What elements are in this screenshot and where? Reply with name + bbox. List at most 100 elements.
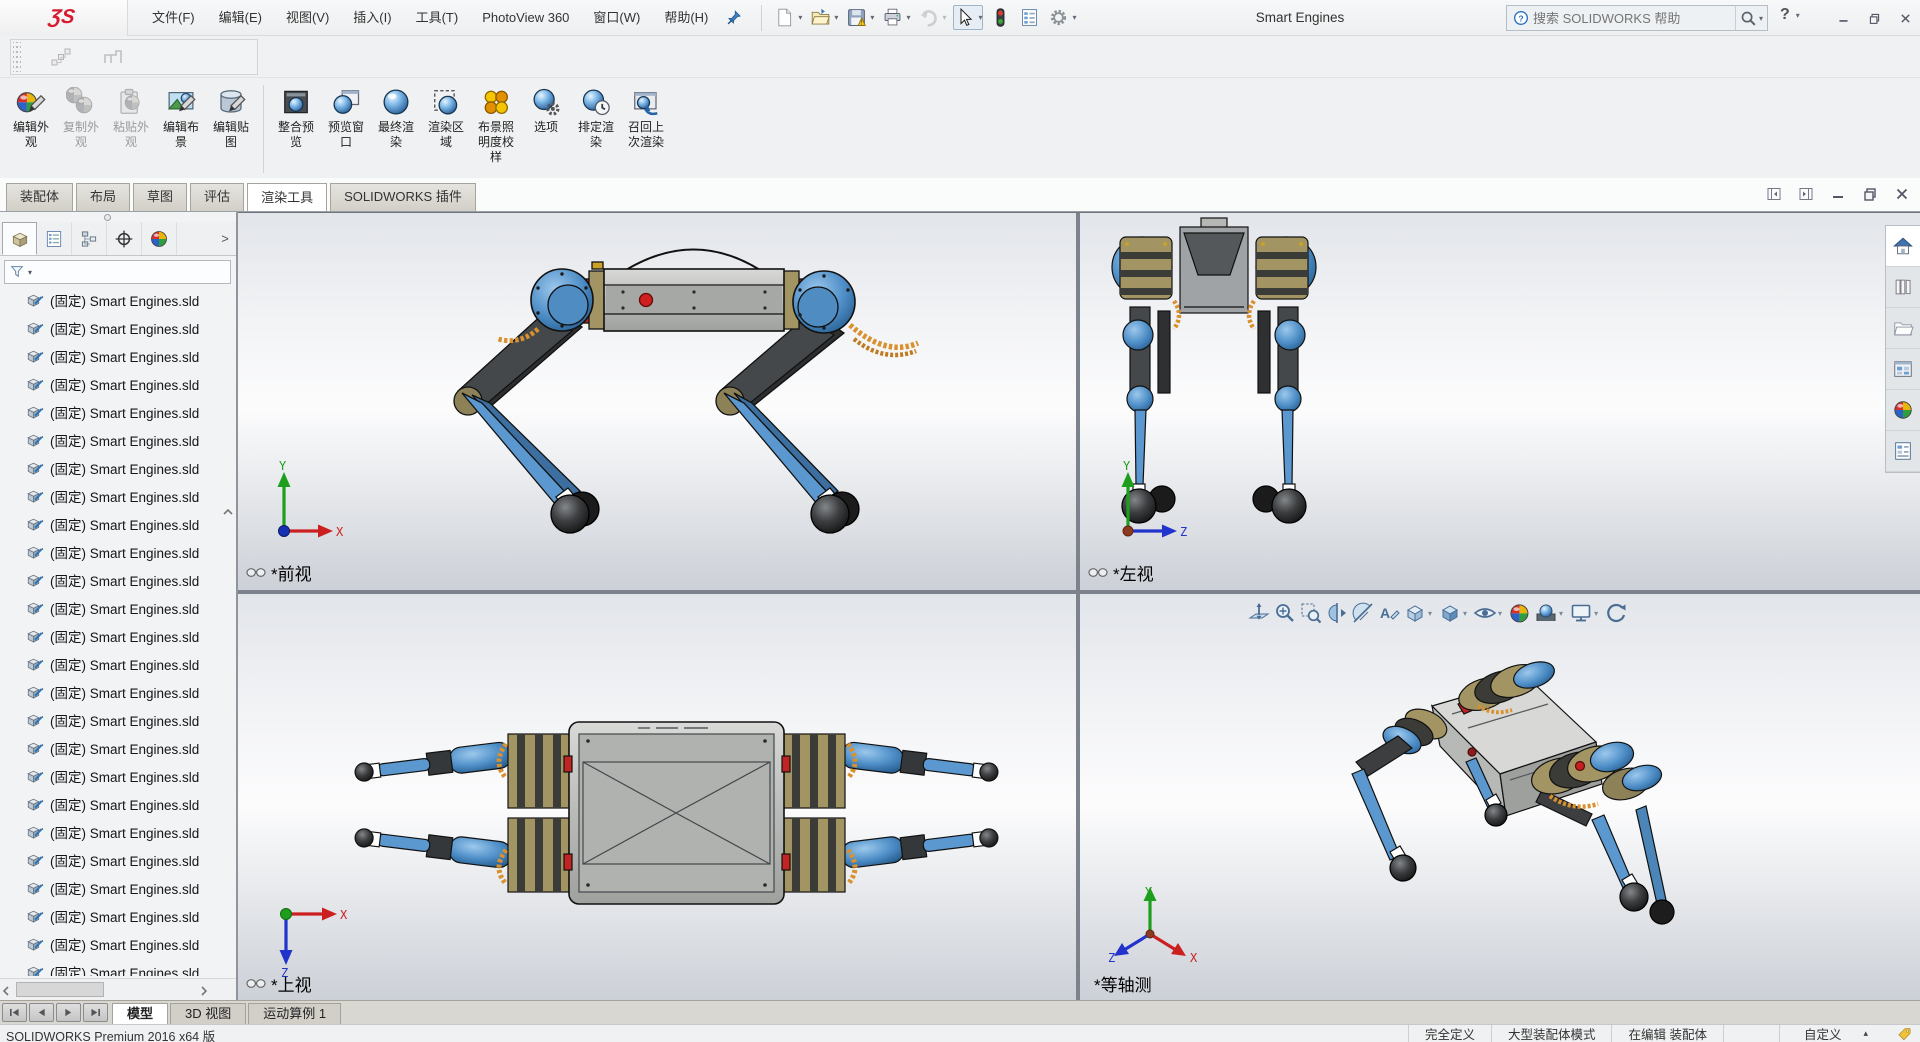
- robot-model-left-view[interactable]: [1080, 213, 1920, 590]
- search-input[interactable]: [1533, 11, 1735, 26]
- view-tool-button[interactable]: [1603, 600, 1629, 626]
- panel-tab[interactable]: [37, 222, 72, 255]
- task-pane-tab[interactable]: [1886, 308, 1920, 349]
- dropdown-caret-icon[interactable]: ▾: [942, 13, 946, 22]
- view-tool-button[interactable]: [1507, 600, 1533, 626]
- scrollbar-thumb[interactable]: [16, 982, 104, 997]
- task-pane-tab[interactable]: [1886, 267, 1920, 308]
- panel-tab[interactable]: [72, 222, 107, 255]
- tree-item[interactable]: (固定) Smart Engines.sld: [0, 650, 236, 678]
- task-pane-tab[interactable]: [1886, 226, 1920, 267]
- task-pane-tab[interactable]: [1886, 431, 1920, 472]
- viewport-window-button[interactable]: [1830, 186, 1846, 202]
- quick-tool-button[interactable]: ▾: [845, 5, 875, 30]
- panel-tab[interactable]: [142, 222, 177, 255]
- view-tool-button[interactable]: [1298, 600, 1324, 626]
- view-tool-button[interactable]: ▾: [1402, 600, 1437, 626]
- panel-tab[interactable]: [2, 222, 37, 255]
- viewport-window-button[interactable]: [1894, 186, 1910, 202]
- view-tool-button[interactable]: [1324, 600, 1350, 626]
- tree-item[interactable]: (固定) Smart Engines.sld: [0, 538, 236, 566]
- view-tool-button[interactable]: ▾: [1472, 600, 1507, 626]
- ribbon-button[interactable]: 召回上 次渲染: [621, 85, 671, 165]
- menu-item[interactable]: PhotoView 360: [470, 0, 581, 35]
- menu-item[interactable]: 视图(V): [274, 0, 341, 35]
- quick-tool-button[interactable]: [1018, 5, 1041, 30]
- tree-item[interactable]: (固定) Smart Engines.sld: [0, 622, 236, 650]
- viewport-isometric[interactable]: ▾ ▾ ▾: [1080, 594, 1920, 1001]
- tree-item[interactable]: (固定) Smart Engines.sld: [0, 790, 236, 818]
- dropdown-caret-icon[interactable]: ▾: [1559, 609, 1563, 618]
- quick-tool-button[interactable]: ▾: [1047, 5, 1077, 30]
- tree-item[interactable]: (固定) Smart Engines.sld: [0, 426, 236, 454]
- status-tag[interactable]: [1878, 1026, 1918, 1041]
- dropdown-caret-icon[interactable]: ▴: [1863, 1028, 1868, 1039]
- restore-button[interactable]: [1868, 12, 1881, 25]
- dropdown-caret-icon[interactable]: ▾: [28, 268, 32, 277]
- tree-item[interactable]: (固定) Smart Engines.sld: [0, 762, 236, 790]
- tab-nav-button[interactable]: [29, 1003, 54, 1022]
- dropdown-caret-icon[interactable]: ▾: [1463, 609, 1467, 618]
- panel-expand-arrow[interactable]: >: [214, 222, 236, 255]
- ribbon-button[interactable]: 复制外 观: [56, 85, 106, 150]
- scroll-left-icon[interactable]: [2, 985, 10, 997]
- tree-item[interactable]: (固定) Smart Engines.sld: [0, 566, 236, 594]
- tree-item[interactable]: (固定) Smart Engines.sld: [0, 706, 236, 734]
- dropdown-caret-icon[interactable]: ▾: [1594, 609, 1598, 618]
- tree-item[interactable]: (固定) Smart Engines.sld: [0, 818, 236, 846]
- task-pane-tab[interactable]: [1886, 390, 1920, 431]
- dropdown-caret-icon[interactable]: ▾: [1498, 609, 1502, 618]
- tree-item[interactable]: (固定) Smart Engines.sld: [0, 902, 236, 930]
- viewport-window-button[interactable]: [1798, 186, 1814, 202]
- help-button[interactable]: ?▾: [1780, 6, 1800, 24]
- ribbon-button[interactable]: 整合预 览: [271, 85, 321, 165]
- ribbon-button[interactable]: 排定渲 染: [571, 85, 621, 165]
- task-pane-tab[interactable]: [1886, 349, 1920, 390]
- view-tool-button[interactable]: [1246, 600, 1272, 626]
- quick-tool-button[interactable]: ▾: [773, 5, 803, 30]
- tab-nav-button[interactable]: [83, 1003, 108, 1022]
- view-tool-button[interactable]: [1272, 600, 1298, 626]
- tree-horizontal-scrollbar[interactable]: [0, 978, 236, 1000]
- ribbon-tab[interactable]: 草图: [133, 183, 187, 211]
- minimize-button[interactable]: [1837, 12, 1850, 25]
- ribbon-tab[interactable]: SOLIDWORKS 插件: [330, 183, 476, 211]
- panel-tab[interactable]: [107, 222, 142, 255]
- view-tool-button[interactable]: ▾: [1568, 600, 1603, 626]
- tree-item[interactable]: (固定) Smart Engines.sld: [0, 734, 236, 762]
- dropdown-caret-icon[interactable]: ▾: [1072, 13, 1076, 22]
- viewport-window-button[interactable]: [1862, 186, 1878, 202]
- document-tab[interactable]: 模型: [112, 1003, 168, 1024]
- tree-item[interactable]: (固定) Smart Engines.sld: [0, 678, 236, 706]
- tree-item[interactable]: (固定) Smart Engines.sld: [0, 286, 236, 314]
- tree-item[interactable]: (固定) Smart Engines.sld: [0, 594, 236, 622]
- menu-item[interactable]: 插入(I): [341, 0, 403, 35]
- menu-item[interactable]: 文件(F): [140, 0, 207, 35]
- tree-filter[interactable]: ▾: [4, 260, 231, 284]
- robot-model-front-view[interactable]: [238, 213, 1076, 590]
- dropdown-caret-icon[interactable]: ▾: [978, 13, 982, 22]
- tree-item[interactable]: (固定) Smart Engines.sld: [0, 342, 236, 370]
- viewport-top[interactable]: X Z *上视: [238, 594, 1076, 1001]
- menu-item[interactable]: 工具(T): [404, 0, 471, 35]
- quick-tool-button[interactable]: ▾: [917, 5, 947, 30]
- document-tab[interactable]: 运动算例 1: [248, 1003, 341, 1024]
- quick-tool-button[interactable]: ▾: [809, 5, 839, 30]
- ribbon-button[interactable]: 预览窗 口: [321, 85, 371, 165]
- tree-item[interactable]: (固定) Smart Engines.sld: [0, 510, 236, 538]
- dropdown-caret-icon[interactable]: ▾: [834, 13, 838, 22]
- viewport-window-button[interactable]: [1766, 186, 1782, 202]
- tree-vertical-scrollbar[interactable]: [220, 506, 236, 1042]
- tab-nav-button[interactable]: [2, 1003, 27, 1022]
- tree-item[interactable]: (固定) Smart Engines.sld: [0, 846, 236, 874]
- view-tool-button[interactable]: [1350, 600, 1376, 626]
- ribbon-button[interactable]: 编辑外 观: [6, 85, 56, 150]
- tree-item[interactable]: (固定) Smart Engines.sld: [0, 370, 236, 398]
- status-custom-dropdown[interactable]: 自定义 ▴: [1779, 1025, 1878, 1042]
- ribbon-button[interactable]: 布景照 明度校 样: [471, 85, 521, 165]
- quick-tool-button[interactable]: ▾: [953, 5, 983, 30]
- dropdown-caret-icon[interactable]: ▾: [1796, 11, 1800, 20]
- ribbon-button[interactable]: 编辑布 景: [156, 85, 206, 150]
- tab-nav-button[interactable]: [56, 1003, 81, 1022]
- ribbon-button[interactable]: 最终渲 染: [371, 85, 421, 165]
